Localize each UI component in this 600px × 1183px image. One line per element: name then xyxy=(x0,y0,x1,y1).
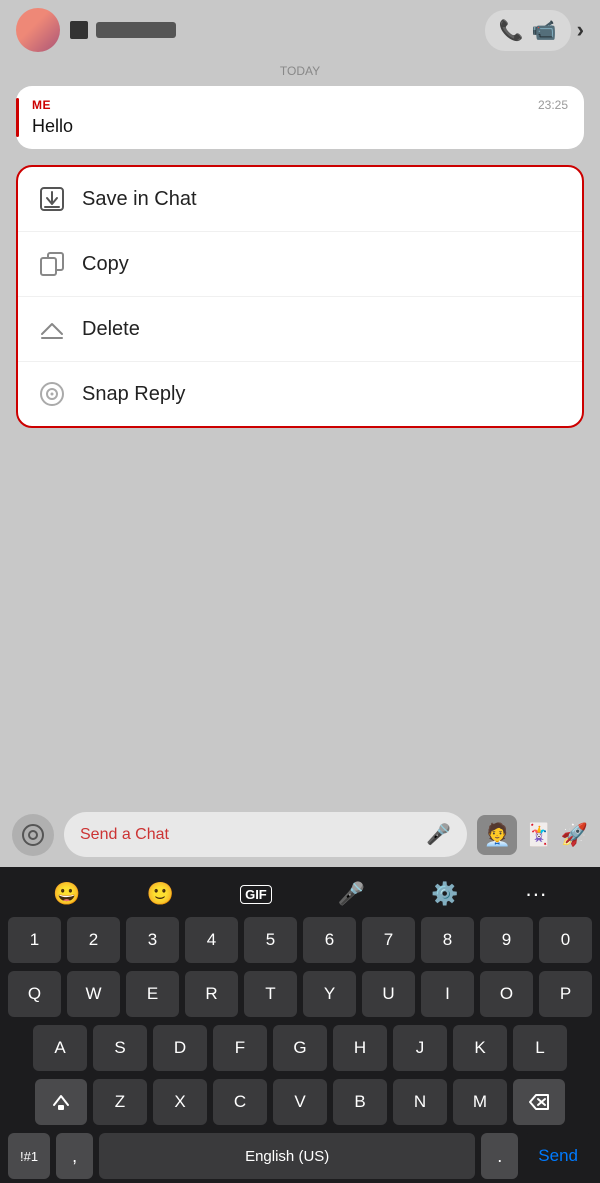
kb-settings-icon[interactable]: ⚙️ xyxy=(431,881,458,907)
kb-key-s[interactable]: S xyxy=(93,1025,147,1071)
kb-key-x[interactable]: X xyxy=(153,1079,207,1125)
context-menu-delete[interactable]: Delete xyxy=(18,297,582,362)
today-label: TODAY xyxy=(0,60,600,86)
card-icon[interactable]: 🃏 xyxy=(525,822,552,848)
kb-key-0[interactable]: 0 xyxy=(539,917,592,963)
kb-backspace-key[interactable] xyxy=(513,1079,565,1125)
kb-key-1[interactable]: 1 xyxy=(8,917,61,963)
kb-key-6[interactable]: 6 xyxy=(303,917,356,963)
kb-key-m[interactable]: M xyxy=(453,1079,507,1125)
name-icon xyxy=(70,21,88,39)
kb-key-g[interactable]: G xyxy=(273,1025,327,1071)
message-text: Hello xyxy=(32,116,568,137)
keyboard: 😀 🙂 GIF 🎤 ⚙️ ··· 1 2 3 4 5 6 7 8 9 0 xyxy=(0,867,600,1183)
kb-special-key[interactable]: !#1 xyxy=(8,1133,50,1179)
kb-key-4[interactable]: 4 xyxy=(185,917,238,963)
chat-input-bar: Send a Chat 🎤 🧑‍💼 🃏 🚀 xyxy=(0,802,600,867)
message-sender-row: ME 23:25 xyxy=(32,98,568,112)
kb-key-o[interactable]: O xyxy=(480,971,533,1017)
kb-bottom-row: !#1 , English (US) . Send xyxy=(4,1133,596,1179)
kb-key-f[interactable]: F xyxy=(213,1025,267,1071)
top-bar: 📞 📹 › xyxy=(0,0,600,60)
kb-key-z[interactable]: Z xyxy=(93,1079,147,1125)
top-action-icons: 📞 📹 › xyxy=(485,10,584,51)
bitmoji-icon[interactable]: 🧑‍💼 xyxy=(477,815,517,855)
video-icon[interactable]: 📹 xyxy=(532,18,557,43)
chat-right-icons: 🧑‍💼 🃏 🚀 xyxy=(477,815,588,855)
context-menu-copy[interactable]: Copy xyxy=(18,232,582,297)
kb-space-key[interactable]: English (US) xyxy=(99,1133,475,1179)
context-menu-save-in-chat[interactable]: Save in Chat xyxy=(18,167,582,232)
kb-key-q[interactable]: Q xyxy=(8,971,61,1017)
kb-key-h[interactable]: H xyxy=(333,1025,387,1071)
snap-reply-label: Snap Reply xyxy=(82,383,185,406)
contact-name xyxy=(96,22,176,38)
chat-placeholder[interactable]: Send a Chat xyxy=(80,826,416,844)
kb-memoji-icon[interactable]: 😀 xyxy=(53,881,80,907)
kb-row-qwerty: Q W E R T Y U I O P xyxy=(8,971,592,1017)
gray-spacer xyxy=(0,436,600,802)
kb-shift-key[interactable] xyxy=(35,1079,87,1125)
kb-key-c[interactable]: C xyxy=(213,1079,267,1125)
kb-more-icon[interactable]: ··· xyxy=(525,881,547,907)
copy-label: Copy xyxy=(82,253,129,276)
kb-key-w[interactable]: W xyxy=(67,971,120,1017)
kb-key-7[interactable]: 7 xyxy=(362,917,415,963)
kb-key-l[interactable]: L xyxy=(513,1025,567,1071)
rocket-icon[interactable]: 🚀 xyxy=(561,822,588,848)
kb-key-b[interactable]: B xyxy=(333,1079,387,1125)
kb-key-8[interactable]: 8 xyxy=(421,917,474,963)
kb-key-d[interactable]: D xyxy=(153,1025,207,1071)
delete-label: Delete xyxy=(82,318,140,341)
copy-icon xyxy=(38,250,66,278)
kb-emoji-icon[interactable]: 🙂 xyxy=(147,881,174,907)
message-time: 23:25 xyxy=(538,98,568,112)
context-menu-snap-reply[interactable]: Snap Reply xyxy=(18,362,582,426)
kb-key-r[interactable]: R xyxy=(185,971,238,1017)
keyboard-toolbar: 😀 🙂 GIF 🎤 ⚙️ ··· xyxy=(4,875,596,917)
kb-key-a[interactable]: A xyxy=(33,1025,87,1071)
avatar[interactable] xyxy=(16,8,60,52)
keyboard-rows: 1 2 3 4 5 6 7 8 9 0 Q W E R T Y U I xyxy=(4,917,596,1125)
kb-key-u[interactable]: U xyxy=(362,971,415,1017)
kb-key-e[interactable]: E xyxy=(126,971,179,1017)
app-container: 📞 📹 › TODAY ME 23:25 Hello xyxy=(0,0,600,1183)
message-left-bar xyxy=(16,98,19,137)
kb-key-p[interactable]: P xyxy=(539,971,592,1017)
kb-period-key[interactable]: . xyxy=(481,1133,518,1179)
kb-key-v[interactable]: V xyxy=(273,1079,327,1125)
message-container: ME 23:25 Hello xyxy=(0,86,600,157)
kb-comma-key[interactable]: , xyxy=(56,1133,93,1179)
camera-button[interactable] xyxy=(12,814,54,856)
kb-key-3[interactable]: 3 xyxy=(126,917,179,963)
chevron-right-icon[interactable]: › xyxy=(577,17,584,43)
kb-send-key[interactable]: Send xyxy=(524,1133,592,1179)
contact-name-area xyxy=(70,21,485,39)
kb-key-t[interactable]: T xyxy=(244,971,297,1017)
kb-key-2[interactable]: 2 xyxy=(67,917,120,963)
kb-mic-icon[interactable]: 🎤 xyxy=(338,881,365,907)
kb-key-j[interactable]: J xyxy=(393,1025,447,1071)
kb-key-k[interactable]: K xyxy=(453,1025,507,1071)
kb-gif-button[interactable]: GIF xyxy=(240,885,272,904)
message-bubble: ME 23:25 Hello xyxy=(16,86,584,149)
kb-row-zxcv: Z X C V B N M xyxy=(8,1079,592,1125)
chat-input-pill[interactable]: Send a Chat 🎤 xyxy=(64,812,467,857)
save-in-chat-icon xyxy=(38,185,66,213)
kb-key-y[interactable]: Y xyxy=(303,971,356,1017)
kb-key-5[interactable]: 5 xyxy=(244,917,297,963)
kb-key-9[interactable]: 9 xyxy=(480,917,533,963)
save-in-chat-label: Save in Chat xyxy=(82,188,197,211)
kb-row-asdf: A S D F G H J K L xyxy=(8,1025,592,1071)
delete-icon xyxy=(38,315,66,343)
context-menu: Save in Chat Copy Delete xyxy=(16,165,584,428)
kb-key-n[interactable]: N xyxy=(393,1079,447,1125)
mic-icon[interactable]: 🎤 xyxy=(426,822,451,847)
kb-row-numbers: 1 2 3 4 5 6 7 8 9 0 xyxy=(8,917,592,963)
phone-icon[interactable]: 📞 xyxy=(499,18,524,43)
call-video-pill[interactable]: 📞 📹 xyxy=(485,10,571,51)
snap-reply-icon xyxy=(38,380,66,408)
message-sender: ME xyxy=(32,98,51,112)
kb-key-i[interactable]: I xyxy=(421,971,474,1017)
